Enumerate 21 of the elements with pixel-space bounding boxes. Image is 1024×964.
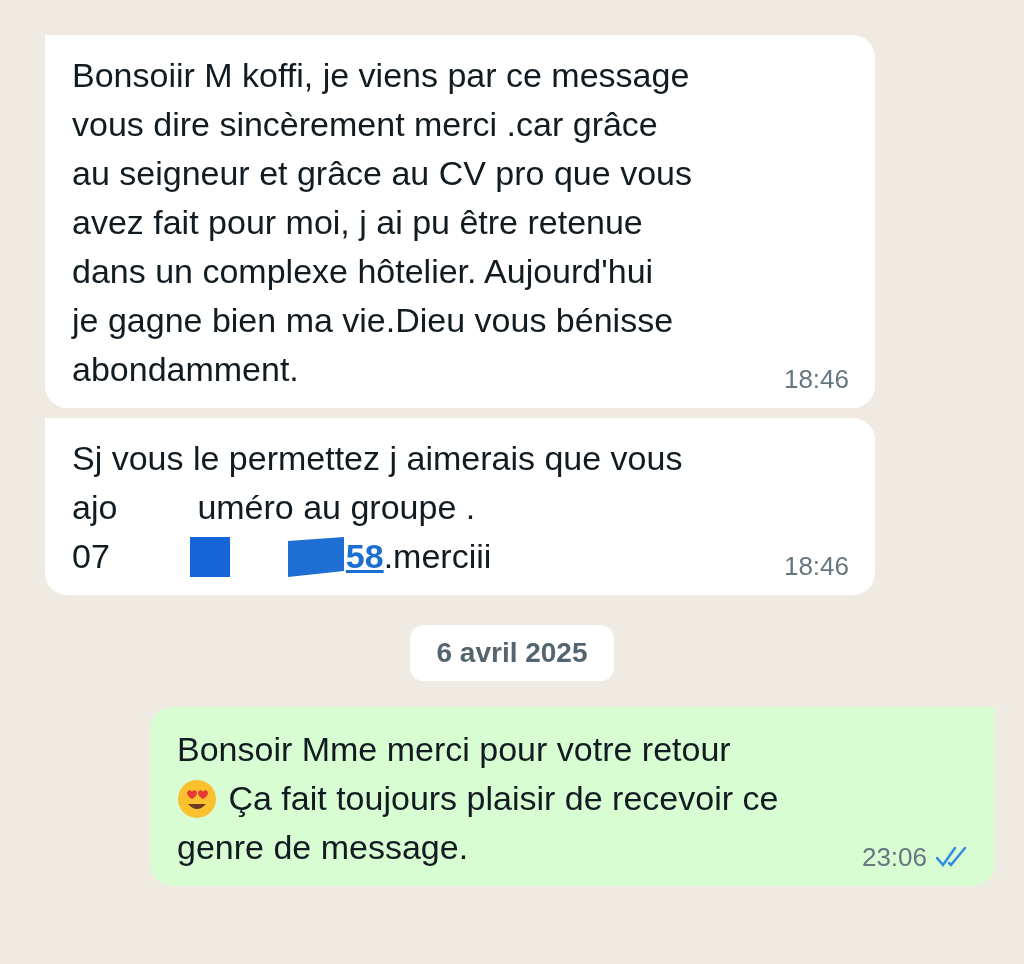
redaction-mark: [287, 536, 344, 577]
message-text-line: dans un complexe hôtelier. Aujourd'hui: [72, 251, 654, 292]
message-text-line: au seigneur et grâce au CV pro que vous: [72, 153, 692, 194]
message-text-line: 07 58.merciii: [72, 532, 492, 581]
message-text-line: ajo uméro au groupe .: [72, 487, 476, 528]
message-time: 23:06: [861, 841, 927, 873]
message-text-line: Bonsoir Mme merci pour votre retour: [177, 729, 731, 770]
message-text-line: avez fait pour moi, j ai pu être retenue: [72, 202, 643, 243]
message-time: 18:46: [783, 363, 849, 395]
message-time: 18:46: [783, 550, 849, 582]
phone-link[interactable]: 58: [345, 532, 384, 581]
message-text-line: Sj vous le permettez j aimerais que vous: [72, 438, 683, 479]
date-chip: 6 avril 2025: [410, 625, 614, 681]
message-text-line: genre de message.: [177, 827, 469, 868]
message-text-line: je gagne bien ma vie.Dieu vous bénisse: [72, 300, 674, 341]
message-text-line: abondamment.: [72, 349, 299, 390]
message-text-line: Ça fait toujours plaisir de recevoir ce: [177, 774, 779, 823]
redaction-mark: [189, 536, 230, 577]
heart-eyes-emoji-icon: [177, 778, 217, 819]
message-text-line: vous dire sincèrement merci .car grâce: [72, 104, 658, 145]
message-text-line: Bonsoiir M koffi, je viens par ce message: [72, 55, 690, 96]
